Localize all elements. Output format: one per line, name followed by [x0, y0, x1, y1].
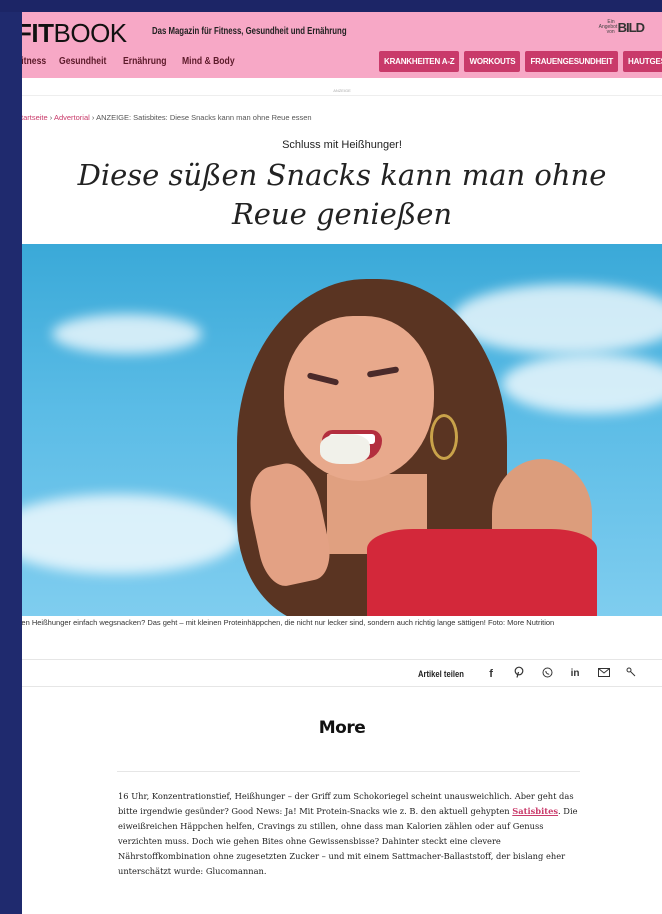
brand-name: More [318, 718, 366, 738]
hero-image [22, 244, 662, 616]
topic-pills: KRANKHEITEN A-Z WORKOUTS FRAUENGESUNDHEI… [379, 51, 662, 72]
cloud-shape [52, 314, 202, 354]
snack-bite [320, 434, 370, 464]
nav-item-fitness[interactable]: Fitness [22, 55, 46, 67]
whatsapp-icon[interactable] [542, 667, 553, 681]
article-kicker: Schluss mit Heißhunger! [282, 139, 402, 151]
pinterest-icon[interactable] [514, 666, 524, 681]
browser-frame-left [0, 0, 22, 914]
pill-krankheiten[interactable]: KRANKHEITEN A-Z [379, 51, 460, 72]
fitbook-logo[interactable]: FITBOOK [22, 18, 127, 49]
divider [22, 659, 662, 660]
body-text-part: . Die eiweißreichen Häppchen helfen, Cra… [118, 806, 578, 876]
breadcrumb-current: ANZEIGE: Satisbites: Diese Snacks kann m… [96, 113, 312, 122]
article-page: FITBOOK Das Magazin für Fitness, Gesundh… [22, 12, 662, 914]
nav-item-ernaehrung[interactable]: Ernährung [123, 55, 167, 67]
breadcrumb-section[interactable]: Advertorial [54, 113, 90, 122]
satisbites-link[interactable]: Satisbites [512, 806, 558, 816]
main-nav: Fitness Gesundheit Ernährung Mind & Body [22, 55, 238, 67]
bild-partner-logo[interactable]: Ein Angebot von BILD [598, 19, 645, 36]
divider [22, 95, 662, 96]
browser-frame-top [0, 0, 662, 12]
site-tagline: Das Magazin für Fitness, Gesundheit und … [152, 26, 347, 37]
pill-workouts[interactable]: WORKOUTS [464, 51, 521, 72]
article-body: 16 Uhr, Konzentrationstief, Heißhunger –… [118, 789, 588, 879]
image-caption: Den Heißhunger einfach wegsnacken? Das g… [22, 618, 555, 627]
linkedin-icon[interactable]: in [570, 668, 580, 679]
article-headline: Diese süßen Snacks kann man ohne Reue ge… [77, 158, 607, 231]
link-icon[interactable] [626, 667, 636, 680]
share-bar: Artikel teilen f in [418, 666, 636, 681]
woman-top [367, 529, 597, 616]
divider [117, 771, 580, 772]
facebook-icon[interactable]: f [486, 668, 496, 680]
breadcrumb-home[interactable]: Startseite [22, 113, 48, 122]
body-text-part: 16 Uhr, Konzentrationstief, Heißhunger –… [118, 791, 574, 816]
divider [22, 686, 662, 687]
cloud-shape [452, 284, 662, 354]
cloud-shape [22, 494, 242, 574]
mail-icon[interactable] [598, 667, 611, 680]
partner-small-text: Ein Angebot von [598, 19, 618, 35]
earring-shape [430, 414, 458, 460]
nav-item-gesundheit[interactable]: Gesundheit [59, 55, 106, 67]
pill-hautgesundheit[interactable]: HAUTGESUNDHEIT [623, 51, 662, 72]
nav-item-mind-body[interactable]: Mind & Body [182, 55, 235, 67]
ad-label: ANZEIGE [333, 88, 351, 93]
cloud-shape [502, 354, 662, 414]
share-label: Artikel teilen [418, 668, 464, 679]
more-nutrition-logo[interactable]: More [22, 718, 662, 738]
pill-frauengesundheit[interactable]: FRAUENGESUNDHEIT [525, 51, 619, 72]
breadcrumb: Startseite › Advertorial › ANZEIGE: Sati… [22, 113, 312, 122]
masthead: FITBOOK Das Magazin für Fitness, Gesundh… [22, 12, 662, 78]
bild-logo-icon: BILD [617, 20, 645, 35]
